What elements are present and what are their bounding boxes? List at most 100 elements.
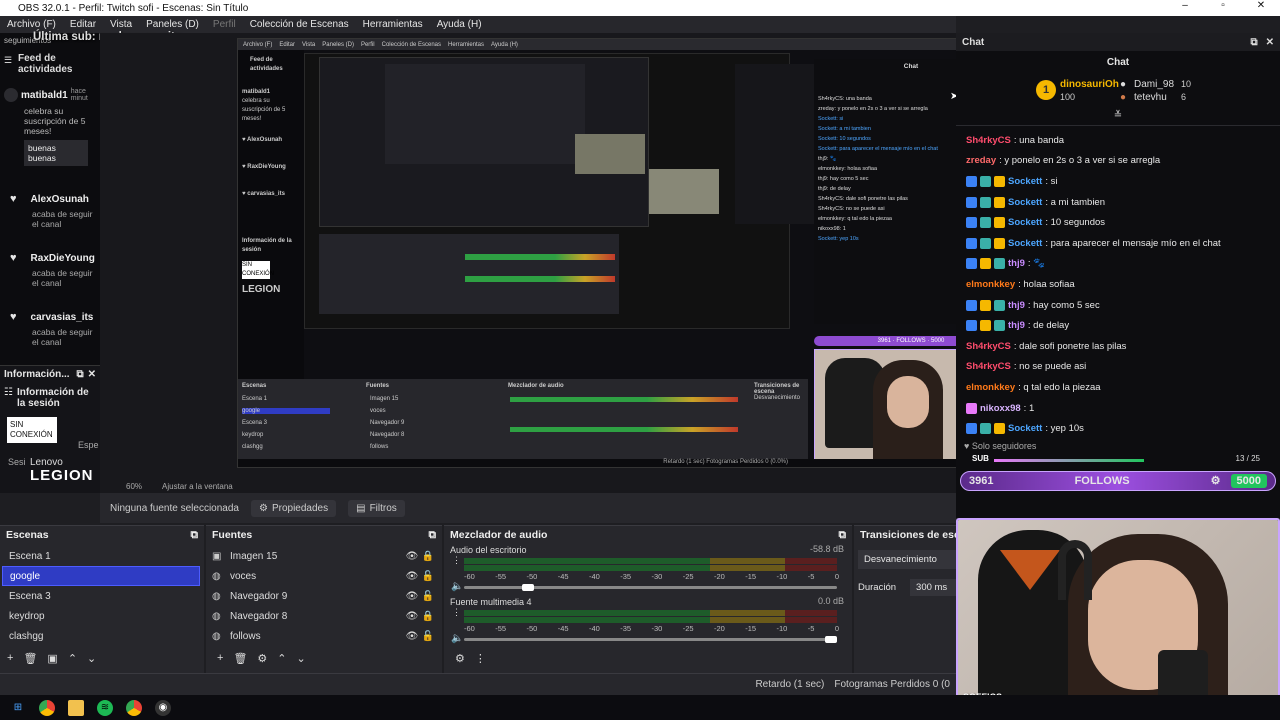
source-item[interactable]: ▣ Imagen 15 👁 🔒 bbox=[206, 546, 442, 566]
rank-1-icon: 1 bbox=[1036, 80, 1056, 100]
chat-username[interactable]: Sockett bbox=[1008, 217, 1042, 228]
nested-webcam bbox=[814, 349, 956, 467]
chat-badge-icon bbox=[966, 217, 977, 229]
source-item[interactable]: ◍ voces 👁 🔓 bbox=[206, 566, 442, 586]
maximize-button[interactable]: ▫ bbox=[1204, 0, 1242, 11]
menu-coleccion-escenas[interactable]: Colección de Escenas bbox=[243, 19, 356, 30]
chat-username[interactable]: Sockett bbox=[1008, 423, 1042, 434]
volume-slider[interactable] bbox=[464, 584, 837, 591]
chat-message: zreday: y ponelo en 2s o 3 a ver si se a… bbox=[956, 151, 1280, 172]
window-titlebar: OBS 32.0.1 - Perfil: Twitch sofi - Escen… bbox=[0, 0, 1280, 16]
chat-username[interactable]: thj9 bbox=[1008, 320, 1025, 331]
duration-input[interactable]: 300 ms bbox=[910, 579, 956, 596]
lock-icon[interactable]: 🔓 bbox=[420, 591, 436, 602]
scene-filters-icon[interactable]: ▣ bbox=[47, 652, 57, 665]
session-dock-title: Información... bbox=[4, 369, 70, 380]
speaker-icon[interactable]: 🔈 bbox=[451, 581, 463, 592]
chat-username[interactable]: Sh4rkyCS bbox=[966, 135, 1011, 146]
scene-item-selected[interactable]: google bbox=[2, 566, 200, 586]
gear-icon[interactable]: ⚙ bbox=[455, 652, 465, 665]
spotify-icon[interactable]: ≋ bbox=[97, 699, 113, 716]
chat-text: : no se puede asi bbox=[1013, 361, 1087, 373]
menu-perfil[interactable]: Perfil bbox=[206, 19, 243, 30]
add-scene-button[interactable]: + bbox=[7, 652, 13, 664]
chat-username[interactable]: thj9 bbox=[1008, 258, 1025, 269]
follows-goal: 5000 bbox=[1230, 473, 1267, 488]
scene-item[interactable]: Escena 1 bbox=[2, 546, 200, 566]
chat-username[interactable]: Sockett bbox=[1008, 176, 1042, 187]
chat-username[interactable]: Sockett bbox=[1008, 238, 1042, 249]
chrome-profile-icon[interactable] bbox=[126, 699, 142, 716]
scenes-title: Escenas bbox=[6, 529, 49, 541]
preview-canvas[interactable]: Archivo (F) Editar Vista Paneles (D) Perfil C… bbox=[100, 33, 956, 493]
windows-start-icon[interactable]: ⊞ bbox=[10, 700, 26, 716]
gear-icon[interactable]: ⚙ bbox=[257, 652, 267, 665]
eye-icon[interactable]: 👁 bbox=[404, 631, 420, 642]
channel-db: -58.8 dB bbox=[809, 544, 844, 554]
chat-username[interactable]: Sh4rkyCS bbox=[966, 361, 1011, 372]
eye-icon[interactable]: 👁 bbox=[404, 611, 420, 622]
chat-badge-icon bbox=[994, 175, 1005, 187]
transition-select[interactable]: Desvanecimiento bbox=[858, 550, 956, 569]
chat-username[interactable]: nikoxx98 bbox=[980, 403, 1021, 414]
menu-herramientas[interactable]: Herramientas bbox=[356, 19, 430, 30]
trash-icon[interactable]: 🗑 bbox=[23, 652, 37, 665]
dock-float-icon[interactable]: ⧉ bbox=[839, 529, 847, 542]
minimize-button[interactable]: – bbox=[1166, 0, 1204, 11]
move-up-icon[interactable]: ⌃ bbox=[277, 652, 286, 665]
chat-username[interactable]: Sh4rkyCS bbox=[966, 341, 1011, 352]
volume-slider[interactable] bbox=[464, 636, 837, 643]
lock-icon[interactable]: 🔓 bbox=[420, 571, 436, 582]
eye-icon[interactable]: 👁 bbox=[404, 571, 420, 582]
leader-name: tetevhu bbox=[1134, 92, 1167, 103]
scene-item[interactable]: clashgg bbox=[2, 626, 200, 646]
menu-editar[interactable]: Editar bbox=[63, 19, 103, 30]
menu-dots-icon[interactable]: ⋮ bbox=[452, 607, 461, 618]
eye-icon[interactable]: 👁 bbox=[404, 551, 420, 562]
lock-icon[interactable]: 🔓 bbox=[420, 631, 436, 642]
speaker-icon[interactable]: 🔈 bbox=[451, 633, 463, 644]
move-down-icon[interactable]: ⌄ bbox=[297, 652, 306, 665]
dock-float-icon[interactable]: ⧉ bbox=[191, 529, 199, 542]
menu-archivo[interactable]: Archivo (F) bbox=[0, 19, 63, 30]
obs-icon[interactable]: ◉ bbox=[155, 699, 171, 716]
properties-button[interactable]: ⚙ Propiedades bbox=[250, 499, 337, 517]
close-icon[interactable]: ✕ bbox=[88, 369, 96, 380]
fit-to-window[interactable]: Ajustar a la ventana bbox=[162, 482, 233, 491]
menu-vista[interactable]: Vista bbox=[103, 19, 139, 30]
lock-icon[interactable]: 🔒 bbox=[420, 611, 436, 622]
add-source-button[interactable]: + bbox=[217, 652, 223, 664]
lock-icon[interactable]: 🔒 bbox=[420, 551, 436, 562]
filters-button[interactable]: ▤ Filtros bbox=[348, 499, 405, 517]
dock-float-icon[interactable]: ⧉ bbox=[429, 529, 437, 542]
zoom-level[interactable]: 60% bbox=[126, 482, 142, 491]
menu-dots-icon[interactable]: ⋮ bbox=[475, 652, 486, 665]
chat-username[interactable]: thj9 bbox=[1008, 300, 1025, 311]
scene-item[interactable]: Escena 3 bbox=[2, 586, 200, 606]
scene-item[interactable]: keydrop bbox=[2, 606, 200, 626]
move-down-icon[interactable]: ⌄ bbox=[87, 652, 96, 665]
sub-label: SUB bbox=[972, 453, 989, 463]
float-icon[interactable]: ⧉ bbox=[76, 369, 83, 380]
close-button[interactable]: ✕ bbox=[1242, 0, 1280, 11]
slider-handle[interactable] bbox=[521, 584, 534, 591]
source-item[interactable]: ◍ Navegador 8 👁 🔒 bbox=[206, 606, 442, 626]
chat-username[interactable]: Sockett bbox=[1008, 197, 1042, 208]
move-up-icon[interactable]: ⌃ bbox=[68, 652, 77, 665]
chrome-icon[interactable] bbox=[39, 699, 55, 716]
menu-paneles[interactable]: Paneles (D) bbox=[139, 19, 206, 30]
float-icon[interactable]: ⧉ bbox=[1250, 37, 1257, 48]
chat-username[interactable]: elmonkkey bbox=[966, 279, 1015, 290]
folder-icon[interactable] bbox=[68, 699, 84, 716]
source-item[interactable]: ◍ Navegador 9 👁 🔓 bbox=[206, 586, 442, 606]
source-item[interactable]: ◍ follows 👁 🔓 bbox=[206, 626, 442, 646]
chat-username[interactable]: elmonkkey bbox=[966, 382, 1015, 393]
eye-icon[interactable]: 👁 bbox=[404, 591, 420, 602]
close-icon[interactable]: ✕ bbox=[1266, 37, 1274, 48]
menu-ayuda[interactable]: Ayuda (H) bbox=[430, 19, 489, 30]
menu-dots-icon[interactable]: ⋮ bbox=[452, 555, 461, 566]
slider-handle[interactable] bbox=[825, 636, 837, 643]
chat-username[interactable]: zreday bbox=[966, 155, 996, 166]
heart-icon: ♥ bbox=[10, 311, 17, 323]
trash-icon[interactable]: 🗑 bbox=[233, 652, 247, 665]
